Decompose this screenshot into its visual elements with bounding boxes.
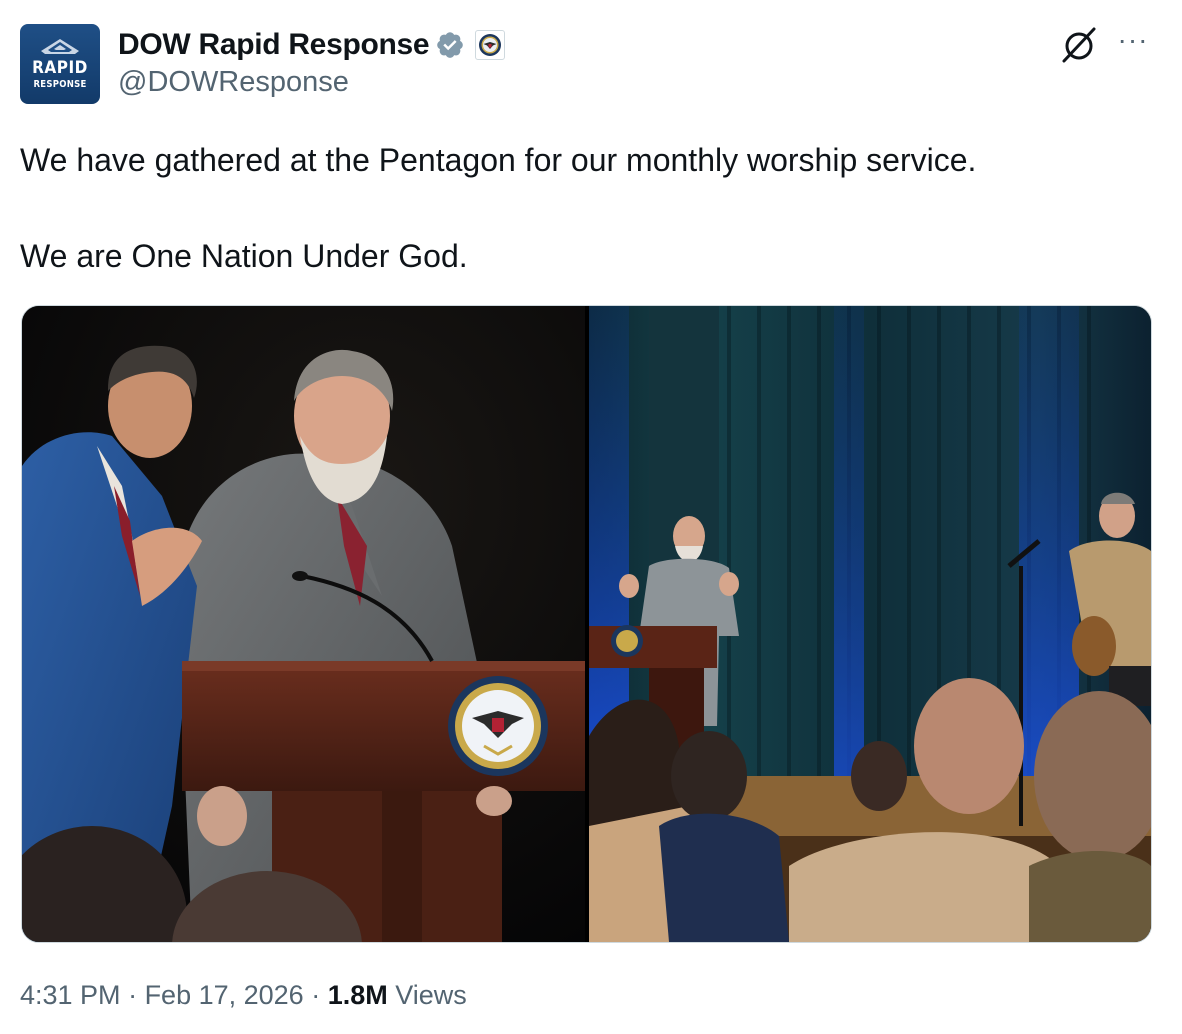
photo-podium-prayer[interactable]: [22, 306, 585, 942]
views-label: Views: [395, 980, 467, 1010]
grok-icon[interactable]: [1058, 26, 1100, 64]
avatar-text-rapid: RAPID: [32, 58, 88, 78]
views-count[interactable]: 1.8M: [328, 980, 388, 1010]
author-avatar[interactable]: RAPID RESPONSE: [20, 24, 100, 104]
photo-worship-stage[interactable]: [589, 306, 1151, 942]
department-of-war-seal: [448, 676, 548, 776]
more-options-icon[interactable]: ···: [1114, 26, 1152, 58]
author-handle[interactable]: @DOWResponse: [118, 66, 349, 99]
verified-badge-icon[interactable]: [435, 30, 465, 60]
tweet-date[interactable]: Feb 17, 2026: [145, 980, 304, 1010]
tweet-paragraph-2: We are One Nation Under God.: [20, 238, 468, 274]
department-seal-icon[interactable]: [475, 30, 506, 60]
tweet-text: We have gathered at the Pentagon for our…: [20, 140, 1150, 276]
author-display-name[interactable]: DOW Rapid Response: [118, 28, 430, 62]
tweet-time[interactable]: 4:31 PM: [20, 980, 121, 1010]
media-grid: [21, 305, 1152, 943]
pentagon-building-icon: [41, 39, 79, 54]
photo-podium-prayer-image: [22, 306, 585, 942]
photo-worship-stage-image: [589, 306, 1151, 942]
seal-emblem-icon: [479, 34, 502, 56]
meta-separator: ·: [120, 980, 145, 1010]
meta-separator-2: ·: [303, 980, 328, 1010]
tweet-card: RAPID RESPONSE DOW Rapid Response @DOWRe…: [0, 0, 1182, 1034]
tweet-meta: 4:31 PM · Feb 17, 2026 · 1.8M Views: [20, 980, 467, 1011]
author-name-row: DOW Rapid Response: [118, 26, 506, 64]
tweet-paragraph-1: We have gathered at the Pentagon for our…: [20, 142, 977, 178]
avatar-text-response: RESPONSE: [33, 79, 87, 90]
